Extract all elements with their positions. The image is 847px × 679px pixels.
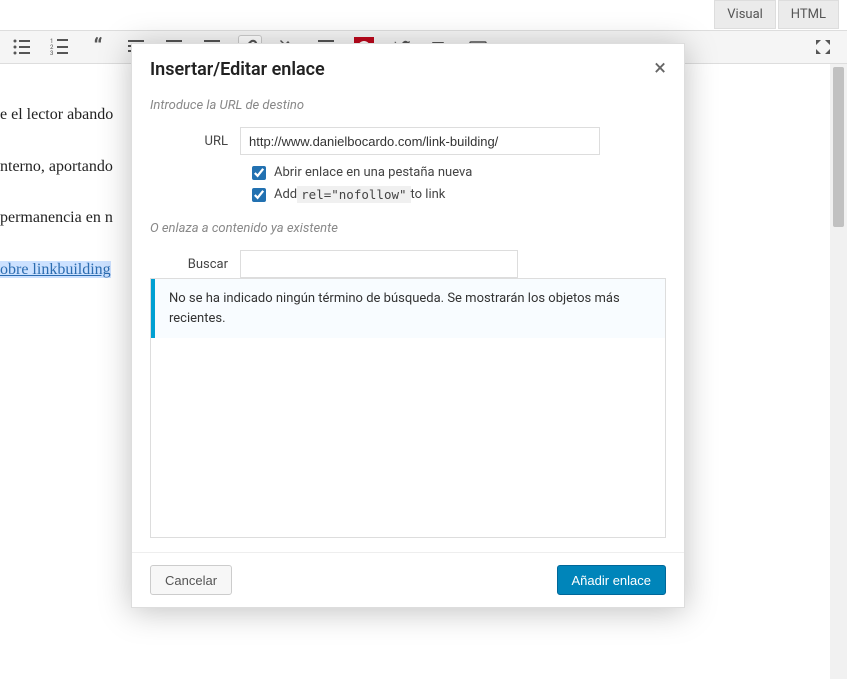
dialog-title: Insertar/Editar enlace (150, 59, 325, 80)
search-row: Buscar (150, 250, 666, 278)
url-section-hint: Introduce la URL de destino (150, 98, 666, 113)
url-input[interactable] (240, 127, 600, 155)
existing-section-hint: O enlaza a contenido ya existente (150, 221, 666, 236)
nofollow-label-post: to link (411, 187, 446, 202)
newtab-label: Abrir enlace en una pestaña nueva (274, 165, 472, 180)
search-results: No se ha indicado ningún término de búsq… (150, 278, 666, 538)
cancel-button[interactable]: Cancelar (150, 565, 232, 595)
newtab-row: Abrir enlace en una pestaña nueva (252, 165, 666, 180)
newtab-checkbox[interactable] (252, 166, 266, 180)
search-label: Buscar (150, 257, 240, 272)
dialog-header: Insertar/Editar enlace × (132, 44, 684, 98)
nofollow-row: Add rel="nofollow" to link (252, 186, 666, 203)
dialog-footer: Cancelar Añadir enlace (132, 552, 684, 607)
insert-link-dialog: Insertar/Editar enlace × Introduce la UR… (131, 43, 685, 608)
search-input[interactable] (240, 250, 518, 278)
close-icon[interactable]: × (654, 58, 666, 80)
add-link-button[interactable]: Añadir enlace (557, 565, 667, 595)
url-row: URL (150, 127, 666, 155)
url-label: URL (150, 134, 240, 149)
nofollow-label-pre: Add (274, 187, 297, 202)
nofollow-checkbox[interactable] (252, 188, 266, 202)
nofollow-code: rel="nofollow" (297, 186, 410, 203)
results-notice: No se ha indicado ningún término de búsq… (151, 279, 665, 338)
dialog-body: Introduce la URL de destino URL Abrir en… (132, 98, 684, 552)
